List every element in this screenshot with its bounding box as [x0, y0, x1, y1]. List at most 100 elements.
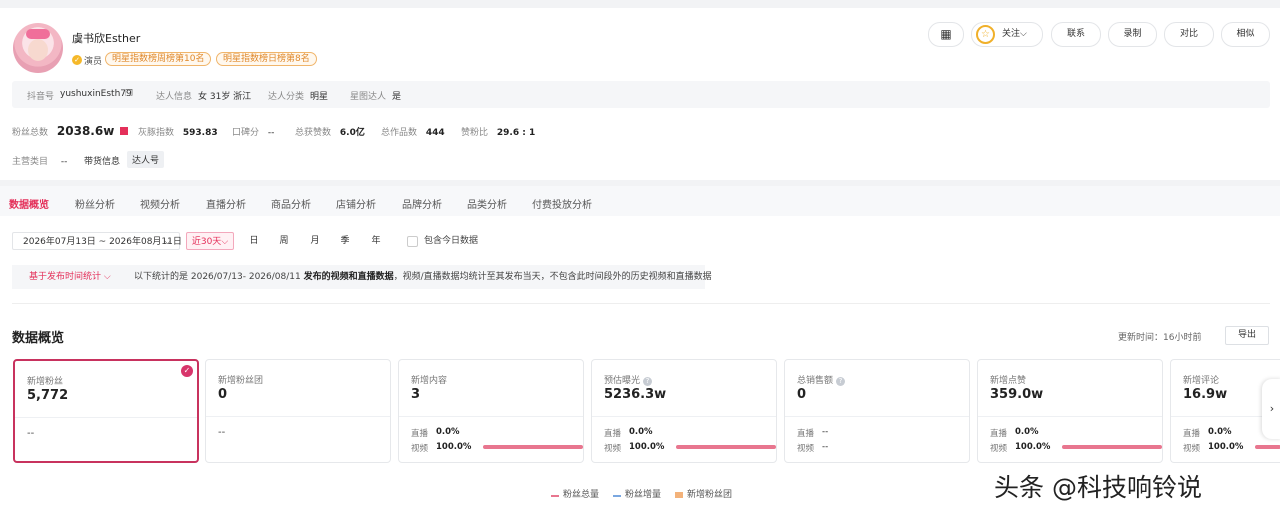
live-value: 0.0%	[1015, 427, 1039, 437]
rank-tag-daily[interactable]: 明星指数榜日榜第8名	[216, 52, 317, 66]
live-label: 直播	[604, 429, 622, 439]
tab-category[interactable]: 品类分析	[467, 196, 507, 211]
period-30d[interactable]: 近30天⌵	[186, 232, 234, 250]
tab-overview[interactable]: 数据概览	[9, 196, 49, 211]
rank-tag-weekly[interactable]: 明星指数榜周榜第10名	[105, 52, 212, 66]
card-title: 预估曝光?	[604, 373, 653, 386]
compare-button[interactable]: 对比	[1164, 22, 1214, 47]
tab-shop[interactable]: 店铺分析	[336, 196, 376, 211]
index-label: 灰豚指数	[138, 128, 175, 138]
chevron-down-icon: ⌵	[1020, 29, 1027, 39]
notice-prefix: 以下统计的是 2026/07/13- 2026/08/11	[134, 272, 304, 282]
likes-label: 总获赞数	[295, 128, 332, 138]
live-row: 直播 0.0%	[990, 427, 1039, 439]
video-label: 视频	[1183, 444, 1201, 454]
card-value: 0	[797, 387, 807, 402]
video-value: 100.0%	[1015, 442, 1051, 452]
stat-basis-dropdown[interactable]: 基于发布时间统计 ⌵	[29, 265, 111, 289]
profile-role: 演员	[84, 57, 103, 67]
tab-brand[interactable]: 品牌分析	[402, 196, 442, 211]
video-share-bar	[1255, 445, 1280, 449]
video-value: 100.0%	[629, 442, 665, 452]
profile-name: 虞书欣Esther	[72, 32, 141, 45]
help-icon[interactable]: ?	[836, 377, 846, 386]
include-today-checkbox[interactable]	[407, 236, 418, 247]
card-new-fans[interactable]: ✓ 新增粉丝 5,772 --	[13, 359, 199, 463]
fans-value: 2038.6w	[56, 124, 115, 138]
goods-tag[interactable]: 达人号	[127, 151, 165, 168]
live-label: 直播	[990, 429, 1008, 439]
divider	[12, 303, 1270, 304]
live-row: 直播 0.0%	[1183, 427, 1232, 439]
chevron-down-icon: ⌵	[221, 237, 229, 247]
card-separator	[206, 416, 390, 417]
follow-button[interactable]: ☆ 关注⌵	[971, 22, 1043, 47]
tab-fans[interactable]: 粉丝分析	[75, 196, 115, 211]
card-total-sales[interactable]: 总销售额? 0 直播 -- 视频 --	[784, 359, 970, 463]
period-quarter[interactable]: 季	[331, 232, 359, 250]
period-year[interactable]: 年	[362, 232, 390, 250]
date-range-picker[interactable]: 2026年07月13日 ~ 2026年08月11日 ⌵	[12, 232, 182, 250]
stat-works: 总作品数 444	[381, 125, 445, 138]
help-icon[interactable]: ?	[643, 377, 653, 386]
tab-paid[interactable]: 付费投放分析	[532, 196, 592, 211]
legend-fans-total[interactable]: 粉丝总量	[551, 487, 599, 500]
similar-button[interactable]: 相似	[1221, 22, 1270, 47]
avatar[interactable]	[13, 23, 63, 73]
tab-goods[interactable]: 商品分析	[271, 196, 311, 211]
stat-likes: 总获赞数 6.0亿	[295, 125, 365, 138]
card-value: 0	[218, 387, 228, 402]
live-row: 直播 0.0%	[411, 427, 460, 439]
main-cat-value: --	[60, 157, 68, 167]
video-row: 视频 --	[797, 442, 828, 454]
legend-label: 新增粉丝团	[687, 490, 733, 500]
card-title: 新增粉丝团	[218, 376, 264, 386]
index-value: 593.83	[182, 128, 218, 138]
live-value: --	[822, 427, 829, 437]
video-share-bar	[1062, 445, 1162, 449]
card-title: 总销售额?	[797, 373, 846, 386]
tab-video[interactable]: 视频分析	[140, 196, 180, 211]
legend-fans-increase[interactable]: 粉丝增量	[613, 487, 661, 500]
fans-label: 粉丝总数	[12, 128, 49, 138]
card-separator	[978, 416, 1162, 417]
period-month[interactable]: 月	[301, 232, 329, 250]
notice-bar: 基于发布时间统计 ⌵ 以下统计的是 2026/07/13- 2026/08/11…	[12, 265, 712, 289]
updated-label: 更新时间：	[1118, 333, 1164, 343]
card-est-exposure[interactable]: 预估曝光? 5236.3w 直播 0.0% 视频 100.0%	[591, 359, 777, 463]
reputation-label: 口碑分	[232, 128, 260, 138]
chevron-right-icon[interactable]: ›	[1262, 379, 1280, 439]
export-button[interactable]: 导出	[1225, 326, 1269, 345]
xingtu-label: 星图达人	[350, 92, 387, 102]
fans-chart-icon[interactable]	[120, 127, 129, 135]
category-value: 明星	[310, 92, 329, 102]
video-label: 视频	[411, 444, 429, 454]
notice-text: 以下统计的是 2026/07/13- 2026/08/11 发布的视频和直播数据…	[134, 265, 712, 289]
card-separator	[592, 416, 776, 417]
info-bar: 抖音号 yushuxinEsth79 ❐ 达人信息 女 31岁 浙江 达人分类 …	[12, 81, 1270, 108]
qrcode-icon: ▦	[940, 27, 952, 41]
qrcode-button[interactable]: ▦	[928, 22, 964, 47]
contact-button[interactable]: 联系	[1051, 22, 1101, 47]
card-title: 新增内容	[411, 376, 448, 386]
record-button[interactable]: 录制	[1108, 22, 1157, 47]
chevron-down-icon: ⌵	[164, 237, 171, 247]
stat-basis-label: 基于发布时间统计	[29, 272, 102, 282]
tab-live[interactable]: 直播分析	[206, 196, 246, 211]
xingtu-value: 是	[392, 92, 402, 102]
card-new-fan-club[interactable]: 新增粉丝团 0 --	[205, 359, 391, 463]
goods-label: 带货信息	[84, 157, 121, 167]
legend-fan-club[interactable]: 新增粉丝团	[675, 487, 732, 500]
overview-title: 数据概览	[12, 331, 65, 346]
main-cat-label: 主营类目	[12, 157, 49, 167]
douyin-id: yushuxinEsth79	[60, 89, 132, 99]
copy-icon[interactable]: ❐	[125, 89, 133, 99]
card-new-likes[interactable]: 新增点赞 359.0w 直播 0.0% 视频 100.0%	[977, 359, 1163, 463]
period-day[interactable]: 日	[240, 232, 268, 250]
period-week[interactable]: 周	[270, 232, 298, 250]
card-title: 新增评论	[1183, 376, 1220, 386]
card-new-content[interactable]: 新增内容 3 直播 0.0% 视频 100.0%	[398, 359, 584, 463]
line-icon	[551, 493, 559, 497]
card-title-text: 总销售额	[797, 376, 834, 386]
works-label: 总作品数	[381, 128, 418, 138]
